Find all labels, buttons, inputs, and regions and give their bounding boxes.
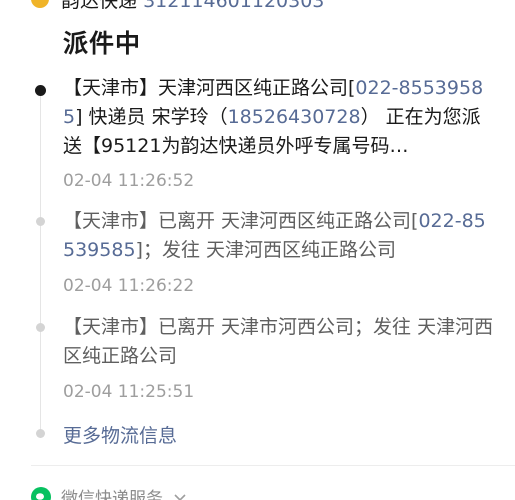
event-time-2: 02-04 11:26:22 (63, 276, 195, 296)
event-text-1: 【天津市】天津河西区纯正路公司[022-85539585] 快递员 宋学玲（18… (63, 77, 484, 157)
courier-name: 韵达快递 (61, 0, 138, 12)
timeline-dot-active (35, 85, 46, 96)
more-logistics-link[interactable]: 更多物流信息 (63, 421, 177, 448)
timeline-dot (36, 429, 45, 438)
courier-logo-icon (31, 0, 49, 8)
divider (31, 465, 515, 466)
timeline-dot (36, 323, 45, 332)
chevron-down-icon (174, 493, 186, 500)
event-time-1: 02-04 11:26:52 (63, 171, 195, 191)
wechat-icon (31, 486, 51, 500)
wechat-express-service-button[interactable]: 微信快递服务 (31, 484, 187, 500)
tracking-header: 韵达快递 312114601120303 (31, 0, 324, 13)
event-text-3: 【天津市】已离开 天津市河西公司；发往 天津河西区纯正路公司 (63, 316, 494, 367)
event-time-3: 02-04 11:25:51 (63, 382, 195, 402)
logistics-page: 韵达快递 312114601120303 派件中 【天津市】天津河西区纯正路公司… (0, 0, 515, 500)
tracking-info: 韵达快递 312114601120303 (61, 0, 324, 13)
tracking-number[interactable]: 312114601120303 (143, 0, 324, 12)
courier-phone-link[interactable]: 18526430728 (228, 106, 361, 128)
status-title: 派件中 (63, 29, 142, 58)
event-text-2: 【天津市】已离开 天津河西区纯正路公司[022-85539585]；发往 天津河… (63, 210, 486, 261)
timeline-dot (36, 217, 45, 226)
footer-label: 微信快递服务 (61, 489, 163, 500)
timeline-line (40, 92, 41, 438)
